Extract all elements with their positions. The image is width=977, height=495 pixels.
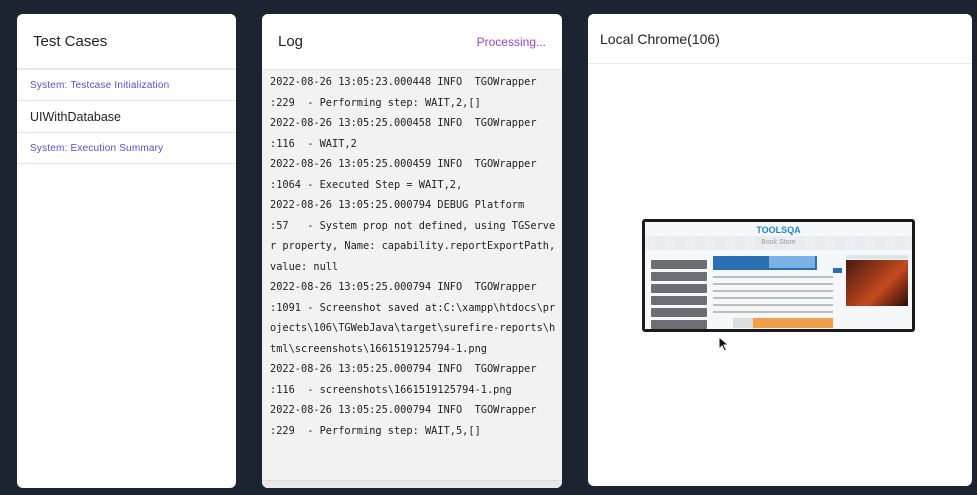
log-title: Log: [278, 33, 304, 50]
log-line: :229 - Performing step: WAIT,5,[]: [270, 424, 481, 437]
log-line: 2022-08-26 13:05:25.000794 INFO TGOWrapp…: [270, 281, 537, 293]
test-case-label: UIWithDatabase: [30, 109, 122, 124]
log-line: 2022-08-26 13:05:25.000794 INFO TGOWrapp…: [270, 363, 537, 375]
screenshot-ad-header: [846, 255, 908, 259]
test-case-item-execution-summary[interactable]: System: Execution Summary: [17, 133, 236, 164]
log-horizontal-scrollbar[interactable]: [262, 480, 562, 488]
screenshot-ad-image: [846, 260, 908, 306]
test-case-item-uiwithdatabase[interactable]: UIWithDatabase: [17, 101, 236, 133]
log-line: r property, Name: capability.reportExpor…: [270, 240, 556, 252]
log-line: :1064 - Executed Step = WAIT,2,: [270, 178, 463, 191]
log-line: 2022-08-26 13:05:25.000458 INFO TGOWrapp…: [270, 117, 537, 129]
log-line: 2022-08-26 13:05:23.000448 INFO TGOWrapp…: [270, 76, 537, 88]
browser-panel: Local Chrome(106) TOOLSQA Book Store: [588, 14, 972, 486]
browser-title: Local Chrome(106): [600, 30, 720, 47]
browser-screenshot-thumbnail[interactable]: TOOLSQA Book Store: [642, 219, 915, 332]
mouse-cursor-icon: [718, 336, 730, 352]
log-line: :116 - screenshots\1661519125794-1.png: [270, 383, 512, 396]
log-line: 2022-08-26 13:05:25.000794 INFO TGOWrapp…: [270, 404, 537, 416]
screenshot-book-header-accent: [769, 256, 815, 268]
test-cases-panel: Test Cases System: Testcase Initializati…: [17, 14, 236, 488]
log-line: :1091 - Screenshot saved at:C:\xampp\htd…: [270, 301, 556, 314]
log-line: 2022-08-26 13:05:25.000459 INFO TGOWrapp…: [270, 158, 537, 170]
test-cases-header: Test Cases: [17, 14, 236, 70]
test-case-label: System: Execution Summary: [30, 142, 164, 154]
test-case-label: System: Testcase Initialization: [30, 79, 170, 91]
log-line: tml\screenshots\1661519125794-1.png: [270, 342, 487, 355]
log-line: 2022-08-26 13:05:25.000794 DEBUG Platfor…: [270, 199, 525, 211]
test-case-item-initialization[interactable]: System: Testcase Initialization: [17, 70, 236, 101]
log-line: :229 - Performing step: WAIT,2,[]: [270, 96, 481, 109]
processing-status: Processing...: [476, 34, 546, 49]
screenshot-page-title: Book Store: [761, 239, 796, 246]
test-case-list: System: Testcase Initialization UIWithDa…: [17, 70, 236, 164]
screenshot-footer-banner: [733, 318, 833, 328]
log-line: :116 - WAIT,2: [270, 137, 357, 150]
log-header: Log Processing...: [262, 14, 562, 70]
log-line: :57 - System prop not defined, using TGS…: [270, 219, 556, 232]
screenshot-button: [833, 268, 842, 273]
screenshot-sidebar-nav: [651, 260, 707, 329]
browser-header: Local Chrome(106): [588, 14, 972, 64]
log-output[interactable]: 2022-08-26 13:05:23.000448 INFO TGOWrapp…: [262, 70, 562, 480]
log-line: ojects\106\TGWebJava\target\surefire-rep…: [270, 322, 556, 334]
screenshot-book-details: [713, 276, 833, 318]
test-cases-title: Test Cases: [33, 32, 108, 50]
log-panel: Log Processing... 2022-08-26 13:05:23.00…: [262, 14, 562, 488]
log-line: value: null: [270, 260, 339, 273]
screenshot-logo: TOOLSQA: [756, 225, 801, 235]
